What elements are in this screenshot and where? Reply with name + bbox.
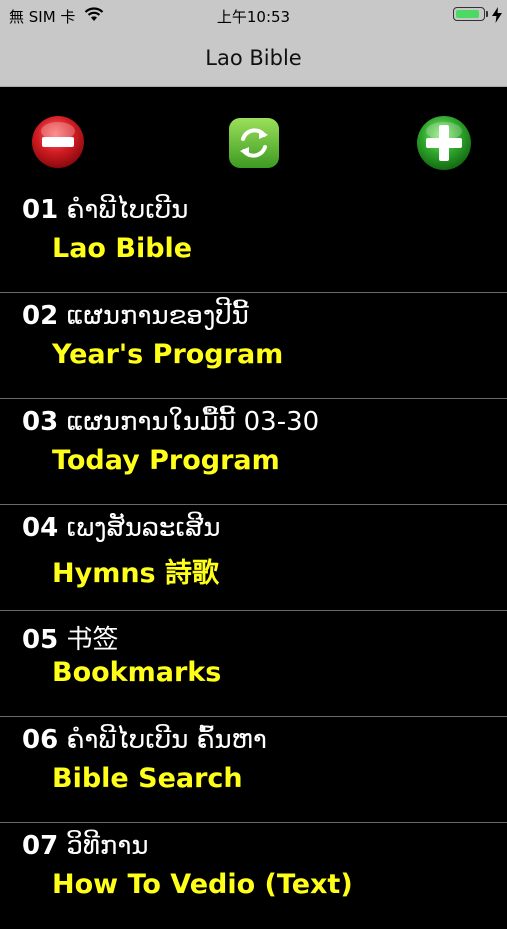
menu-item-subtitle: Bible Search	[52, 763, 243, 794]
menu-item-bible-search[interactable]: 06 ຄຳພີໄບເບີນ ຄົ້ນຫາ Bible Search	[0, 717, 507, 823]
minus-circle-icon	[42, 137, 74, 147]
menu-item-how-to-video[interactable]: 07 ວິທີການ How To Vedio (Text)	[0, 823, 507, 929]
status-time: 上午10:53	[216, 8, 291, 26]
charging-icon	[492, 7, 502, 23]
battery-tip	[486, 11, 488, 17]
menu-item-subtitle: Year's Program	[52, 339, 284, 370]
menu-item-year-program[interactable]: 02 ແຜນການຂອງປີນີ້ Year's Program	[0, 293, 507, 399]
menu-item-lao-title: ຄຳພີໄບເບີນ ຄົ້ນຫາ	[66, 725, 267, 755]
add-button[interactable]	[416, 115, 472, 171]
battery-icon	[453, 7, 485, 21]
page-title: Lao Bible	[205, 46, 302, 70]
menu-item-lao-title: ແຜນການໃນມື້ນີ້ 03-30	[66, 407, 320, 437]
menu-item-lao-title: 书签	[66, 625, 119, 655]
battery-level	[456, 10, 480, 18]
menu-item-lao-title: ວິທີການ	[66, 831, 149, 861]
menu-item-lao-title: ແຜນການຂອງປີນີ້	[66, 301, 249, 331]
menu-item-subtitle: Today Program	[52, 445, 280, 476]
menu-item-lao-bible[interactable]: 01 ຄຳພີໄບເບີນ Lao Bible	[0, 187, 507, 293]
status-bar: 無 SIM 卡 上午10:53	[0, 0, 507, 30]
remove-button[interactable]	[31, 115, 85, 169]
menu-item-number: 06	[22, 725, 59, 755]
menu-item-subtitle: Bookmarks	[52, 657, 222, 688]
menu-item-hymns[interactable]: 04 ເພງສັນລະເສີນ Hymns 詩歌	[0, 505, 507, 611]
refresh-button[interactable]	[228, 117, 280, 169]
menu-item-number: 07	[22, 831, 59, 861]
menu-item-subtitle: Lao Bible	[52, 233, 193, 264]
menu-item-number: 02	[22, 301, 59, 331]
menu-item-title: 01 ຄຳພີໄບເບີນ	[22, 195, 188, 225]
menu-item-number: 03	[22, 407, 59, 437]
menu-item-lao-title: ຄຳພີໄບເບີນ	[66, 195, 189, 225]
menu-item-title: 04 ເພງສັນລະເສີນ	[22, 513, 221, 543]
navigation-bar: Lao Bible	[0, 30, 507, 87]
menu-item-title: 02 ແຜນການຂອງປີນີ້	[22, 301, 249, 331]
menu-item-subtitle: Hymns 詩歌	[52, 558, 220, 589]
menu-item-subtitle: How To Vedio (Text)	[52, 869, 353, 900]
menu-item-title: 07 ວິທີການ	[22, 831, 149, 861]
menu-item-title: 06 ຄຳພີໄບເບີນ ຄົ້ນຫາ	[22, 725, 267, 755]
toolbar	[0, 87, 507, 187]
menu-item-today-program[interactable]: 03 ແຜນການໃນມື້ນີ້ 03-30 Today Program	[0, 399, 507, 505]
menu-item-title: 05 书签	[22, 619, 118, 656]
menu-item-lao-title: ເພງສັນລະເສີນ	[66, 513, 221, 543]
menu-item-number: 04	[22, 513, 59, 543]
menu-item-title: 03 ແຜນການໃນມື້ນີ້ 03-30	[22, 407, 319, 437]
menu-item-bookmarks[interactable]: 05 书签 Bookmarks	[0, 611, 507, 717]
menu-item-number: 01	[22, 195, 59, 225]
menu-item-number: 05	[22, 625, 59, 655]
